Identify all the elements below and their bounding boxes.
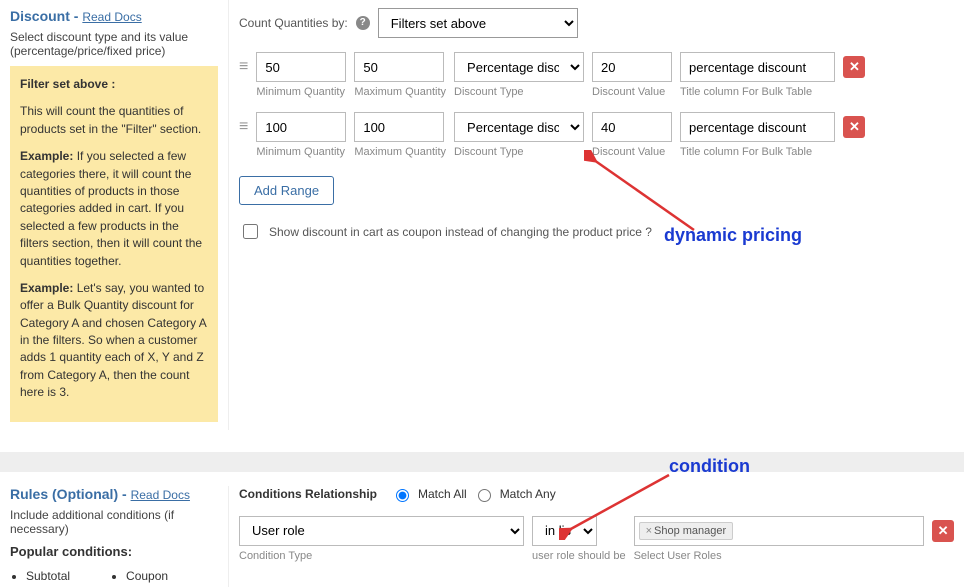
min-qty-input[interactable] <box>256 112 346 142</box>
discount-value-input[interactable] <box>592 112 672 142</box>
condition-type-select[interactable]: User role <box>239 516 524 546</box>
discount-type-select[interactable]: Percentage discount <box>454 52 584 82</box>
annotation-dynamic-pricing: dynamic pricing <box>664 225 802 246</box>
annotation-condition: condition <box>669 456 750 477</box>
discount-type-select[interactable]: Percentage discount <box>454 112 584 142</box>
popular-condition-item[interactable]: Coupon <box>126 569 168 583</box>
add-range-button[interactable]: Add Range <box>239 176 334 205</box>
rules-title: Rules (Optional) <box>10 486 118 502</box>
bulk-title-input[interactable] <box>680 112 835 142</box>
rules-desc: Include additional conditions (if necess… <box>10 508 218 536</box>
user-roles-tag-input[interactable]: ×Shop manager <box>634 516 924 546</box>
discount-value-input[interactable] <box>592 52 672 82</box>
rules-docs-link[interactable]: Read Docs <box>131 488 190 502</box>
max-qty-input[interactable] <box>354 52 444 82</box>
delete-range-button[interactable]: ✕ <box>843 116 865 138</box>
match-any-radio[interactable] <box>478 489 491 502</box>
section-divider <box>0 452 964 472</box>
discount-docs-link[interactable]: Read Docs <box>82 10 141 24</box>
show-as-coupon-label: Show discount in cart as coupon instead … <box>269 225 652 239</box>
discount-desc: Select discount type and its value (perc… <box>10 30 218 58</box>
delete-range-button[interactable]: ✕ <box>843 56 865 78</box>
drag-handle-icon[interactable]: ≡ <box>239 52 248 82</box>
popular-conditions-title: Popular conditions: <box>10 544 218 559</box>
match-all-radio[interactable] <box>396 489 409 502</box>
popular-condition-item[interactable]: Subtotal <box>26 569 70 583</box>
max-qty-input[interactable] <box>354 112 444 142</box>
help-icon[interactable]: ? <box>356 16 370 30</box>
count-by-select[interactable]: Filters set above <box>378 8 578 38</box>
show-as-coupon-checkbox[interactable] <box>243 224 258 239</box>
condition-operator-select[interactable]: in list <box>532 516 597 546</box>
conditions-relationship-label: Conditions Relationship <box>239 487 377 501</box>
close-icon[interactable]: × <box>646 525 652 537</box>
filter-info-box: Filter set above : This will count the q… <box>10 66 218 422</box>
drag-handle-icon[interactable]: ≡ <box>239 112 248 142</box>
discount-title: Discount <box>10 8 70 24</box>
bulk-title-input[interactable] <box>680 52 835 82</box>
count-by-label: Count Quantities by: <box>239 16 348 30</box>
min-qty-input[interactable] <box>256 52 346 82</box>
delete-condition-button[interactable]: ✕ <box>932 520 954 542</box>
role-tag[interactable]: ×Shop manager <box>639 522 734 540</box>
